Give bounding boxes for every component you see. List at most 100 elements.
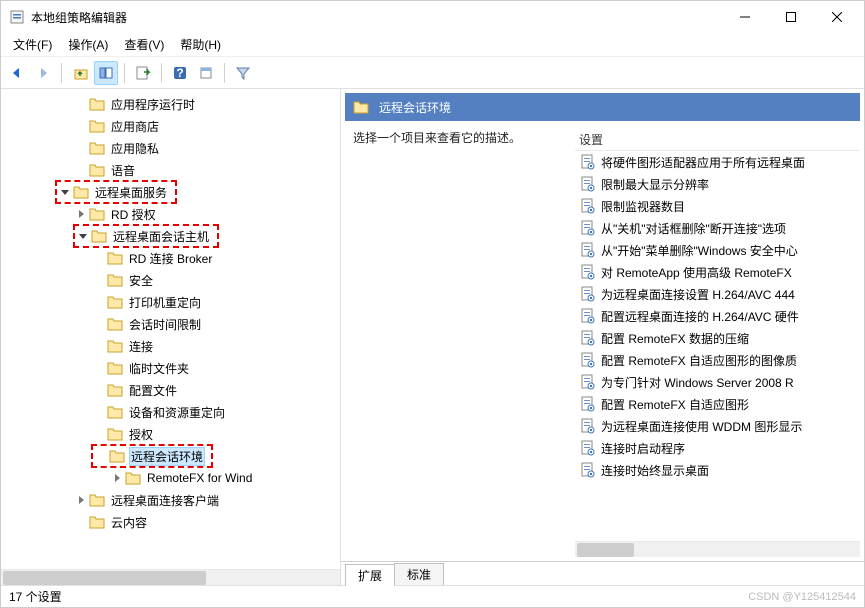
setting-item[interactable]: 限制监视器数目 xyxy=(575,195,860,217)
setting-item-label: 限制最大显示分辨率 xyxy=(601,176,709,193)
tree-item-label: RemoteFX for Wind xyxy=(145,470,254,486)
setting-item[interactable]: 配置远程桌面连接的 H.264/AVC 硬件 xyxy=(575,305,860,327)
setting-item[interactable]: 从"开始"菜单删除"Windows 安全中心 xyxy=(575,239,860,261)
status-text: 17 个设置 xyxy=(9,588,62,605)
folder-icon xyxy=(107,405,123,419)
setting-item[interactable]: 为专门针对 Windows Server 2008 R xyxy=(575,371,860,393)
tree-item[interactable]: 临时文件夹 xyxy=(1,357,340,379)
setting-item[interactable]: 配置 RemoteFX 自适应图形 xyxy=(575,393,860,415)
forward-button[interactable] xyxy=(31,61,55,85)
minimize-button[interactable] xyxy=(722,2,768,32)
tree-item-label: 会话时间限制 xyxy=(127,315,203,334)
folder-icon xyxy=(109,449,125,463)
policy-icon xyxy=(579,440,595,456)
tree-item-label: 远程桌面会话主机 xyxy=(111,227,211,246)
setting-item[interactable]: 对 RemoteApp 使用高级 RemoteFX xyxy=(575,261,860,283)
details-panel: 远程会话环境 选择一个项目来查看它的描述。 设置 将硬件图形适配器应用于所有远程… xyxy=(341,89,864,585)
tree-item[interactable]: RemoteFX for Wind xyxy=(1,467,340,489)
policy-icon xyxy=(579,242,595,258)
setting-item-label: 配置 RemoteFX 数据的压缩 xyxy=(601,330,749,347)
setting-item[interactable]: 连接时启动程序 xyxy=(575,437,860,459)
tree-hscroll[interactable] xyxy=(1,569,340,585)
tab-extended[interactable]: 扩展 xyxy=(345,564,395,586)
watermark: CSDN @Y125412544 xyxy=(748,591,856,603)
toolbar: ? xyxy=(1,57,864,89)
tab-standard[interactable]: 标准 xyxy=(394,563,444,585)
settings-column-header[interactable]: 设置 xyxy=(575,129,860,151)
policy-icon xyxy=(579,330,595,346)
tree-item-label: 远程会话环境 xyxy=(129,447,205,466)
tree-panel: 应用程序运行时应用商店应用隐私语音远程桌面服务RD 授权远程桌面会话主机RD 连… xyxy=(1,89,341,585)
folder-icon xyxy=(107,361,123,375)
menu-help[interactable]: 帮助(H) xyxy=(172,33,229,56)
tree-expander[interactable] xyxy=(73,492,89,508)
setting-item[interactable]: 从"关机"对话框删除"断开连接"选项 xyxy=(575,217,860,239)
filter-button[interactable] xyxy=(231,61,255,85)
tree-item[interactable]: RD 连接 Broker xyxy=(1,247,340,269)
tree-item[interactable]: 远程会话环境 xyxy=(1,445,340,467)
folder-icon xyxy=(91,229,107,243)
tree-item[interactable]: 设备和资源重定向 xyxy=(1,401,340,423)
folder-icon xyxy=(107,383,123,397)
folder-icon xyxy=(107,295,123,309)
tree-item-label: 应用程序运行时 xyxy=(109,95,197,114)
policy-icon xyxy=(579,396,595,412)
setting-item-label: 将硬件图形适配器应用于所有远程桌面 xyxy=(601,154,805,171)
tree-expander[interactable] xyxy=(57,184,73,200)
policy-icon xyxy=(579,418,595,434)
policy-icon xyxy=(579,286,595,302)
menu-file[interactable]: 文件(F) xyxy=(5,33,60,56)
tree-item[interactable]: 应用隐私 xyxy=(1,137,340,159)
setting-item[interactable]: 限制最大显示分辨率 xyxy=(575,173,860,195)
setting-item[interactable]: 配置 RemoteFX 数据的压缩 xyxy=(575,327,860,349)
back-button[interactable] xyxy=(5,61,29,85)
export-list-button[interactable] xyxy=(131,61,155,85)
up-button[interactable] xyxy=(68,61,92,85)
tree-item[interactable]: 应用商店 xyxy=(1,115,340,137)
tree-item[interactable]: 安全 xyxy=(1,269,340,291)
tree-item-label: 授权 xyxy=(127,425,155,444)
tree-item-label: 应用商店 xyxy=(109,117,161,136)
help-button[interactable]: ? xyxy=(168,61,192,85)
folder-icon xyxy=(89,515,105,529)
policy-icon xyxy=(579,374,595,390)
setting-item[interactable]: 连接时始终显示桌面 xyxy=(575,459,860,481)
tree-item[interactable]: 远程桌面会话主机 xyxy=(1,225,340,247)
maximize-button[interactable] xyxy=(768,2,814,32)
tree-item-label: 语音 xyxy=(109,161,137,180)
tree-view[interactable]: 应用程序运行时应用商店应用隐私语音远程桌面服务RD 授权远程桌面会话主机RD 连… xyxy=(1,89,340,569)
settings-list[interactable]: 将硬件图形适配器应用于所有远程桌面限制最大显示分辨率限制监视器数目从"关机"对话… xyxy=(575,151,860,541)
setting-item[interactable]: 为远程桌面连接设置 H.264/AVC 444 xyxy=(575,283,860,305)
tree-item[interactable]: 连接 xyxy=(1,335,340,357)
tree-item[interactable]: 应用程序运行时 xyxy=(1,93,340,115)
tree-expander[interactable] xyxy=(75,228,91,244)
menu-action[interactable]: 操作(A) xyxy=(60,33,116,56)
tree-item-label: 云内容 xyxy=(109,513,149,532)
show-hide-tree-button[interactable] xyxy=(94,61,118,85)
policy-icon xyxy=(579,220,595,236)
tree-expander[interactable] xyxy=(73,206,89,222)
folder-icon xyxy=(107,317,123,331)
setting-item-label: 连接时始终显示桌面 xyxy=(601,462,709,479)
tree-item[interactable]: 授权 xyxy=(1,423,340,445)
close-button[interactable] xyxy=(814,2,860,32)
tree-item[interactable]: 云内容 xyxy=(1,511,340,533)
folder-icon xyxy=(107,273,123,287)
menu-view[interactable]: 查看(V) xyxy=(116,33,172,56)
tree-expander[interactable] xyxy=(109,470,125,486)
tree-item[interactable]: 远程桌面连接客户端 xyxy=(1,489,340,511)
tree-item[interactable]: 语音 xyxy=(1,159,340,181)
tree-item[interactable]: 远程桌面服务 xyxy=(1,181,340,203)
tree-item[interactable]: RD 授权 xyxy=(1,203,340,225)
tree-item[interactable]: 配置文件 xyxy=(1,379,340,401)
properties-button[interactable] xyxy=(194,61,218,85)
folder-icon xyxy=(125,471,141,485)
policy-icon xyxy=(579,462,595,478)
tree-item[interactable]: 打印机重定向 xyxy=(1,291,340,313)
folder-icon xyxy=(89,97,105,111)
setting-item[interactable]: 配置 RemoteFX 自适应图形的图像质 xyxy=(575,349,860,371)
settings-hscroll[interactable] xyxy=(575,541,860,557)
setting-item[interactable]: 为远程桌面连接使用 WDDM 图形显示 xyxy=(575,415,860,437)
setting-item[interactable]: 将硬件图形适配器应用于所有远程桌面 xyxy=(575,151,860,173)
tree-item[interactable]: 会话时间限制 xyxy=(1,313,340,335)
